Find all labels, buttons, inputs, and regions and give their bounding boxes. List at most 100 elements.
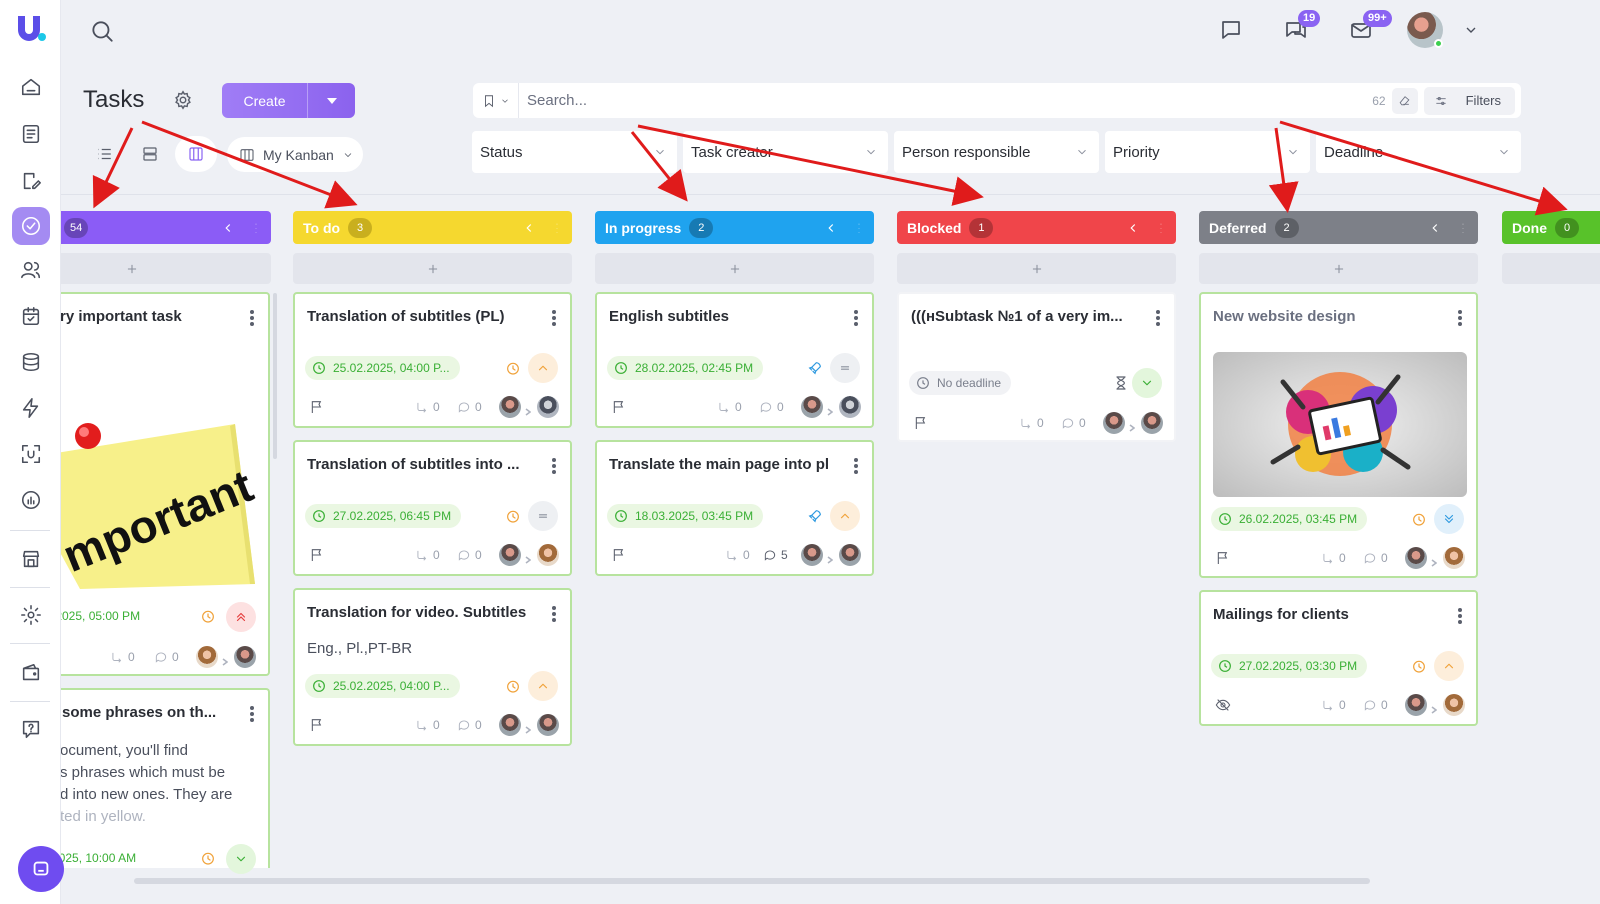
creator-avatar[interactable] bbox=[499, 544, 521, 566]
create-button[interactable]: Create bbox=[222, 83, 355, 118]
priority-filter[interactable]: Priority bbox=[1105, 131, 1310, 173]
person-responsible-filter[interactable]: Person responsible bbox=[894, 131, 1099, 173]
column-header[interactable]: In progress 2 bbox=[595, 211, 874, 244]
create-dropdown-button[interactable] bbox=[307, 83, 355, 118]
flag-icon[interactable] bbox=[1215, 550, 1231, 566]
creator-avatar[interactable] bbox=[499, 714, 521, 736]
add-task-button[interactable] bbox=[293, 253, 572, 284]
list-view-icon[interactable] bbox=[83, 136, 125, 172]
column-header[interactable]: Blocked 1 bbox=[897, 211, 1176, 244]
eye-off-icon[interactable] bbox=[1215, 697, 1231, 713]
flag-icon[interactable] bbox=[611, 399, 627, 415]
calendar-icon[interactable] bbox=[12, 297, 50, 335]
priority-low-icon[interactable] bbox=[226, 844, 256, 874]
task-card[interactable]: Translation for video. Subtitles Eng., P… bbox=[293, 588, 572, 746]
chat-icon[interactable] bbox=[1219, 18, 1243, 42]
priority-high-icon[interactable] bbox=[1434, 651, 1464, 681]
priority-high-icon[interactable] bbox=[528, 671, 558, 701]
wallet-icon[interactable] bbox=[12, 654, 50, 692]
responsible-avatar[interactable] bbox=[234, 646, 256, 668]
responsible-avatar[interactable] bbox=[537, 714, 559, 736]
task-card[interactable]: Translation of subtitles into ... 27.02.… bbox=[293, 440, 572, 576]
collapse-left-icon[interactable] bbox=[824, 221, 838, 235]
add-task-button[interactable] bbox=[1502, 253, 1600, 284]
scan-icon[interactable] bbox=[12, 435, 50, 473]
kebab-menu-icon[interactable] bbox=[1458, 608, 1462, 624]
news-icon[interactable] bbox=[12, 115, 50, 153]
collapse-left-icon[interactable] bbox=[1428, 221, 1442, 235]
priority-critical-icon[interactable] bbox=[226, 602, 256, 632]
kebab-menu-icon[interactable] bbox=[854, 458, 858, 474]
compact-view-icon[interactable] bbox=[129, 136, 171, 172]
clear-search-button[interactable] bbox=[1391, 87, 1418, 114]
task-card[interactable]: English subtitles 28.02.2025, 02:45 PM 0… bbox=[595, 292, 874, 428]
edit-document-icon[interactable] bbox=[12, 162, 50, 200]
responsible-avatar[interactable] bbox=[537, 396, 559, 418]
task-card[interactable]: New website design 26.02.2025, 03:45 PM … bbox=[1199, 292, 1478, 578]
column-scrollbar[interactable] bbox=[273, 293, 277, 459]
analytics-icon[interactable] bbox=[12, 481, 50, 519]
status-filter[interactable]: Status bbox=[472, 131, 677, 173]
flag-icon[interactable] bbox=[309, 547, 325, 563]
kanban-selector[interactable]: My Kanban bbox=[227, 137, 363, 172]
settings-icon[interactable] bbox=[12, 596, 50, 634]
kebab-menu-icon[interactable] bbox=[1458, 310, 1462, 326]
gear-icon[interactable] bbox=[172, 89, 194, 111]
flag-icon[interactable] bbox=[309, 399, 325, 415]
kebab-menu-icon[interactable] bbox=[1154, 221, 1168, 235]
creator-avatar[interactable] bbox=[499, 396, 521, 418]
help-icon[interactable] bbox=[12, 710, 50, 748]
messages-icon[interactable]: 19 bbox=[1284, 10, 1321, 42]
app-logo[interactable] bbox=[14, 12, 48, 46]
responsible-avatar[interactable] bbox=[839, 396, 861, 418]
filters-button[interactable]: Filters bbox=[1423, 86, 1515, 115]
kebab-menu-icon[interactable] bbox=[250, 706, 254, 722]
priority-medium-icon[interactable] bbox=[830, 353, 860, 383]
collapse-left-icon[interactable] bbox=[1126, 221, 1140, 235]
priority-medium-icon[interactable] bbox=[528, 501, 558, 531]
add-task-button[interactable] bbox=[897, 253, 1176, 284]
support-chat-button[interactable] bbox=[18, 846, 64, 892]
mail-icon[interactable]: 99+ bbox=[1349, 10, 1392, 42]
kebab-menu-icon[interactable] bbox=[1156, 310, 1160, 326]
kebab-menu-icon[interactable] bbox=[250, 310, 254, 326]
task-card[interactable]: (((нSubtask №1 of a very im... No deadli… bbox=[897, 292, 1176, 442]
kebab-menu-icon[interactable] bbox=[1456, 221, 1470, 235]
task-card[interactable]: some phrases on th... ocument, you'll fi… bbox=[50, 688, 270, 874]
priority-low-icon[interactable] bbox=[1132, 368, 1162, 398]
chevron-down-icon[interactable] bbox=[1463, 22, 1479, 38]
collapse-left-icon[interactable] bbox=[522, 221, 536, 235]
users-icon[interactable] bbox=[12, 251, 50, 289]
responsible-avatar[interactable] bbox=[1443, 694, 1465, 716]
priority-lowest-icon[interactable] bbox=[1434, 504, 1464, 534]
flag-icon[interactable] bbox=[611, 547, 627, 563]
store-icon[interactable] bbox=[12, 540, 50, 578]
flag-icon[interactable] bbox=[309, 717, 325, 733]
search-input[interactable] bbox=[519, 92, 1373, 109]
kebab-menu-icon[interactable] bbox=[550, 221, 564, 235]
flag-icon[interactable] bbox=[913, 415, 929, 431]
kebab-menu-icon[interactable] bbox=[552, 606, 556, 622]
task-creator-filter[interactable]: Task creator bbox=[683, 131, 888, 173]
responsible-avatar[interactable] bbox=[839, 544, 861, 566]
responsible-avatar[interactable] bbox=[537, 544, 559, 566]
tasks-icon[interactable] bbox=[12, 207, 50, 245]
user-avatar[interactable] bbox=[1407, 12, 1443, 48]
kebab-menu-icon[interactable] bbox=[249, 221, 263, 235]
responsible-avatar[interactable] bbox=[1443, 547, 1465, 569]
responsible-avatar[interactable] bbox=[1141, 412, 1163, 434]
add-task-button[interactable] bbox=[1199, 253, 1478, 284]
column-header[interactable]: Done 0 bbox=[1502, 211, 1600, 244]
board-horizontal-scrollbar[interactable] bbox=[134, 878, 1370, 884]
kebab-menu-icon[interactable] bbox=[852, 221, 866, 235]
column-header[interactable]: To do 3 bbox=[293, 211, 572, 244]
task-card[interactable]: Mailings for clients 27.02.2025, 03:30 P… bbox=[1199, 590, 1478, 726]
kebab-menu-icon[interactable] bbox=[854, 310, 858, 326]
priority-high-icon[interactable] bbox=[528, 353, 558, 383]
creator-avatar[interactable] bbox=[1405, 547, 1427, 569]
home-icon[interactable] bbox=[12, 68, 50, 106]
creator-avatar[interactable] bbox=[801, 396, 823, 418]
kebab-menu-icon[interactable] bbox=[552, 458, 556, 474]
collapse-left-icon[interactable] bbox=[221, 221, 235, 235]
kebab-menu-icon[interactable] bbox=[552, 310, 556, 326]
